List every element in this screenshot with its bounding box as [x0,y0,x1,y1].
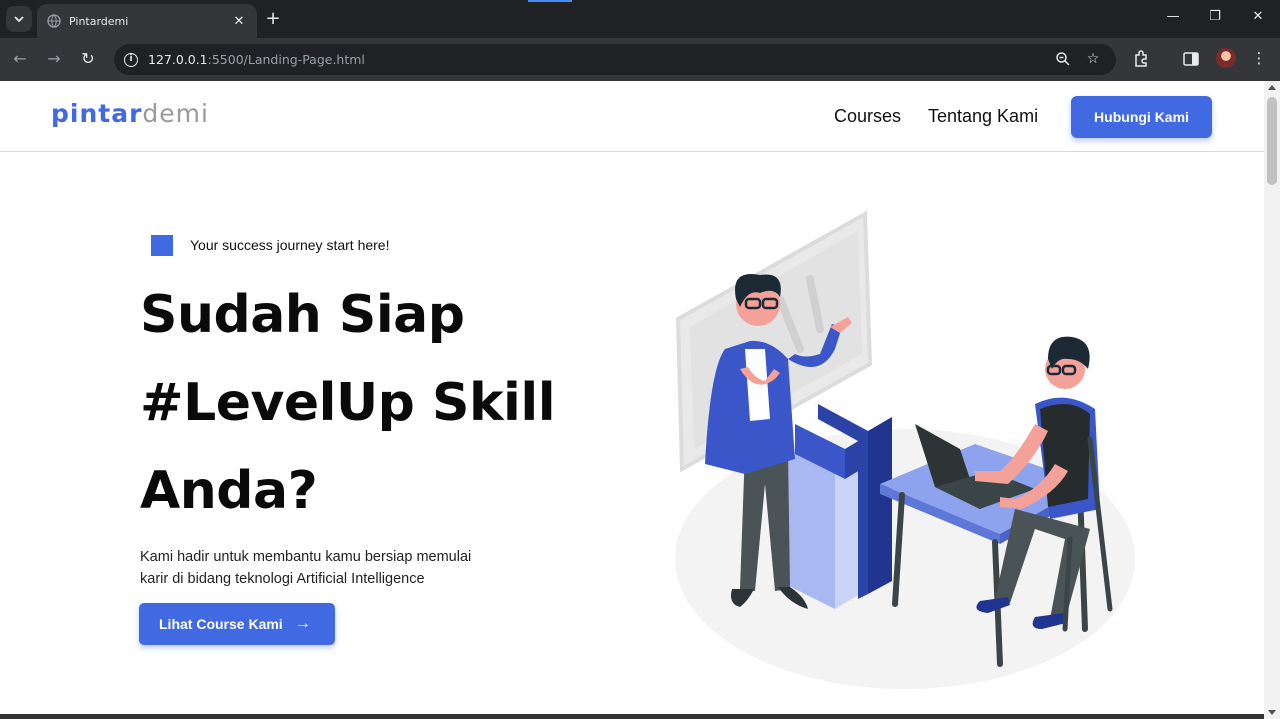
hero-description: Kami hadir untuk membantu kamu bersiap m… [140,546,540,590]
back-icon[interactable]: ← [10,49,30,69]
site-header: pintardemi Courses Tentang Kami Hubungi … [0,81,1264,152]
extensions-icon[interactable] [1131,49,1151,69]
minimize-icon[interactable]: — [1163,9,1183,24]
url-path: :5500/Landing-Page.html [207,52,365,67]
hero-tagline: Your success journey start here! [190,237,390,253]
page-scrollbar[interactable] [1264,81,1280,719]
loading-indicator [528,0,572,2]
description-line-1: Kami hadir untuk membantu kamu bersiap m… [140,549,472,565]
tagline-accent-square [151,235,173,256]
arrow-right-icon: → [294,615,311,632]
bookmark-star-icon[interactable]: ☆ [1084,51,1102,67]
side-panel-icon[interactable] [1181,49,1201,69]
view-courses-button[interactable]: Lihat Course Kami → [139,603,335,645]
hero-headline: Sudah Siap #LevelUp Skill Anda? [140,271,556,535]
tab-title: Pintardemi [69,14,129,28]
headline-line-1: Sudah Siap [140,285,465,345]
page-viewport: pintardemi Courses Tentang Kami Hubungi … [0,81,1264,719]
browser-toolbar: ← → ↻ i 127.0.0.1:5500/Landing-Page.html… [0,38,1280,81]
restore-icon[interactable]: ❐ [1205,9,1225,24]
profile-avatar[interactable] [1216,48,1236,68]
scroll-up-arrow-icon[interactable] [1268,85,1276,90]
contact-button[interactable]: Hubungi Kami [1071,96,1212,138]
logo-text-secondary: demi [142,99,209,128]
chevron-down-icon [14,16,24,23]
tab-search-button[interactable] [6,6,32,32]
hero-illustration [675,210,1135,689]
headline-line-3: Anda? [140,461,318,521]
scroll-thumb[interactable] [1267,97,1277,185]
browser-tabstrip: Pintardemi ✕ + — ❐ ✕ [0,0,1280,38]
browser-tab-active[interactable]: Pintardemi ✕ [37,4,257,38]
headline-line-2: #LevelUp Skill [140,373,556,433]
zoom-icon[interactable] [1054,51,1072,67]
page-bottom-edge [0,714,1264,719]
nav-about-link[interactable]: Tentang Kami [928,106,1038,127]
logo-text-primary: pintar [51,99,143,128]
tab-close-icon[interactable]: ✕ [231,14,247,29]
reload-icon[interactable]: ↻ [78,49,98,69]
description-line-2: karir di bidang teknologi Artificial Int… [140,571,425,587]
window-close-icon[interactable]: ✕ [1248,9,1268,24]
scroll-down-arrow-icon[interactable] [1268,710,1276,715]
site-info-icon[interactable]: i [124,52,138,67]
globe-icon [47,14,61,28]
site-logo[interactable]: pintardemi [51,99,209,128]
forward-icon[interactable]: → [44,49,64,69]
view-courses-label: Lihat Course Kami [159,616,283,632]
url-host: 127.0.0.1 [148,52,208,67]
address-bar[interactable]: i 127.0.0.1:5500/Landing-Page.html ☆ [114,44,1116,75]
nav-courses-link[interactable]: Courses [834,106,901,127]
menu-kebab-icon[interactable]: ⋮ [1249,49,1269,67]
new-tab-button[interactable]: + [262,8,284,30]
